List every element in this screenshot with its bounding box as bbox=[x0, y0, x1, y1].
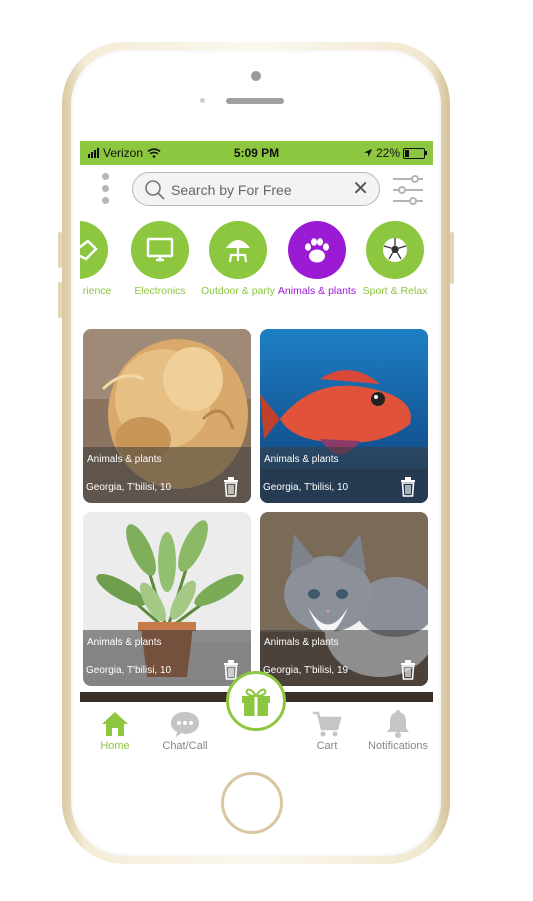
trash-icon[interactable] bbox=[223, 477, 239, 497]
filter-settings-icon[interactable] bbox=[391, 173, 425, 207]
handshake-icon bbox=[80, 221, 108, 279]
parasol-table-icon bbox=[209, 221, 267, 279]
category-label: Electronics bbox=[134, 285, 186, 297]
category-knowledge[interactable]: edge & rience bbox=[80, 221, 120, 297]
card-category: Animals & plants bbox=[264, 454, 339, 465]
tab-cart[interactable]: Cart bbox=[292, 708, 362, 752]
battery-icon bbox=[403, 147, 427, 159]
card-location: Georgia, T'bilisi, 10 bbox=[86, 482, 172, 493]
search-bar[interactable]: Search by For Free ✕ bbox=[132, 172, 380, 206]
soccer-ball-icon bbox=[366, 221, 424, 279]
card-location: Georgia, T'bilisi, 10 bbox=[263, 482, 349, 493]
category-label: Sport & Relax bbox=[362, 285, 428, 297]
card-category: Animals & plants bbox=[264, 637, 339, 648]
more-menu-icon[interactable] bbox=[100, 173, 110, 207]
phone-volume-button bbox=[58, 232, 62, 268]
proximity-sensor bbox=[200, 98, 205, 103]
bell-icon bbox=[387, 710, 409, 738]
monitor-icon bbox=[131, 221, 189, 279]
earpiece-speaker bbox=[226, 98, 284, 104]
tab-chat-call[interactable]: Chat/Call bbox=[150, 708, 220, 752]
phone-volume-button bbox=[58, 282, 62, 318]
tab-label: Chat/Call bbox=[162, 740, 208, 752]
search-input[interactable]: Search by For Free bbox=[171, 182, 292, 198]
tab-label: Home bbox=[100, 740, 130, 752]
search-icon bbox=[145, 180, 165, 200]
category-label: edge & rience bbox=[80, 285, 112, 297]
listing-card[interactable]: Animals & plants Georgia, T'bilisi, 10 bbox=[83, 329, 251, 503]
gift-icon bbox=[242, 688, 270, 716]
app-screen: Verizon 5:09 PM 22% Search by For Free ✕ bbox=[80, 141, 433, 761]
tab-notifications[interactable]: Notifications bbox=[363, 708, 433, 752]
chat-bubble-icon bbox=[171, 712, 199, 737]
category-animals-plants[interactable]: Animals & plants bbox=[276, 221, 358, 297]
trash-icon[interactable] bbox=[400, 660, 416, 680]
category-label: Animals & plants bbox=[277, 285, 357, 297]
card-location: Georgia, T'bilisi, 19 bbox=[263, 665, 349, 676]
listing-card[interactable]: Animals & plants Georgia, T'bilisi, 10 bbox=[83, 512, 251, 686]
category-sport-relax[interactable]: Sport & Relax bbox=[354, 221, 433, 297]
listing-card[interactable]: Animals & plants Georgia, T'bilisi, 19 bbox=[260, 512, 428, 686]
gift-button[interactable] bbox=[226, 671, 286, 731]
category-electronics[interactable]: Electronics bbox=[119, 221, 201, 297]
tab-label: Cart bbox=[316, 740, 338, 752]
location-arrow-icon bbox=[363, 149, 372, 157]
category-carousel: edge & rience Electronics Outdoor & part… bbox=[80, 221, 433, 316]
card-category: Animals & plants bbox=[87, 454, 162, 465]
category-label: Outdoor & party bbox=[200, 285, 276, 297]
tab-home[interactable]: Home bbox=[80, 708, 150, 752]
trash-icon[interactable] bbox=[400, 477, 416, 497]
cart-icon bbox=[313, 711, 342, 737]
home-button[interactable] bbox=[221, 772, 283, 834]
battery-percent: 22% bbox=[375, 146, 400, 160]
category-outdoor-party[interactable]: Outdoor & party bbox=[197, 221, 279, 297]
tab-label: Notifications bbox=[368, 740, 428, 752]
listing-card[interactable]: Animals & plants Georgia, T'bilisi, 10 bbox=[260, 329, 428, 503]
status-bar: Verizon 5:09 PM 22% bbox=[80, 141, 433, 165]
card-location: Georgia, T'bilisi, 10 bbox=[86, 665, 172, 676]
clear-search-icon[interactable]: ✕ bbox=[352, 179, 369, 199]
paw-icon bbox=[288, 221, 346, 279]
home-icon bbox=[102, 712, 128, 736]
phone-power-button bbox=[450, 232, 454, 284]
top-bar: Search by For Free ✕ bbox=[80, 165, 433, 215]
front-camera bbox=[251, 71, 261, 81]
card-category: Animals & plants bbox=[87, 637, 162, 648]
